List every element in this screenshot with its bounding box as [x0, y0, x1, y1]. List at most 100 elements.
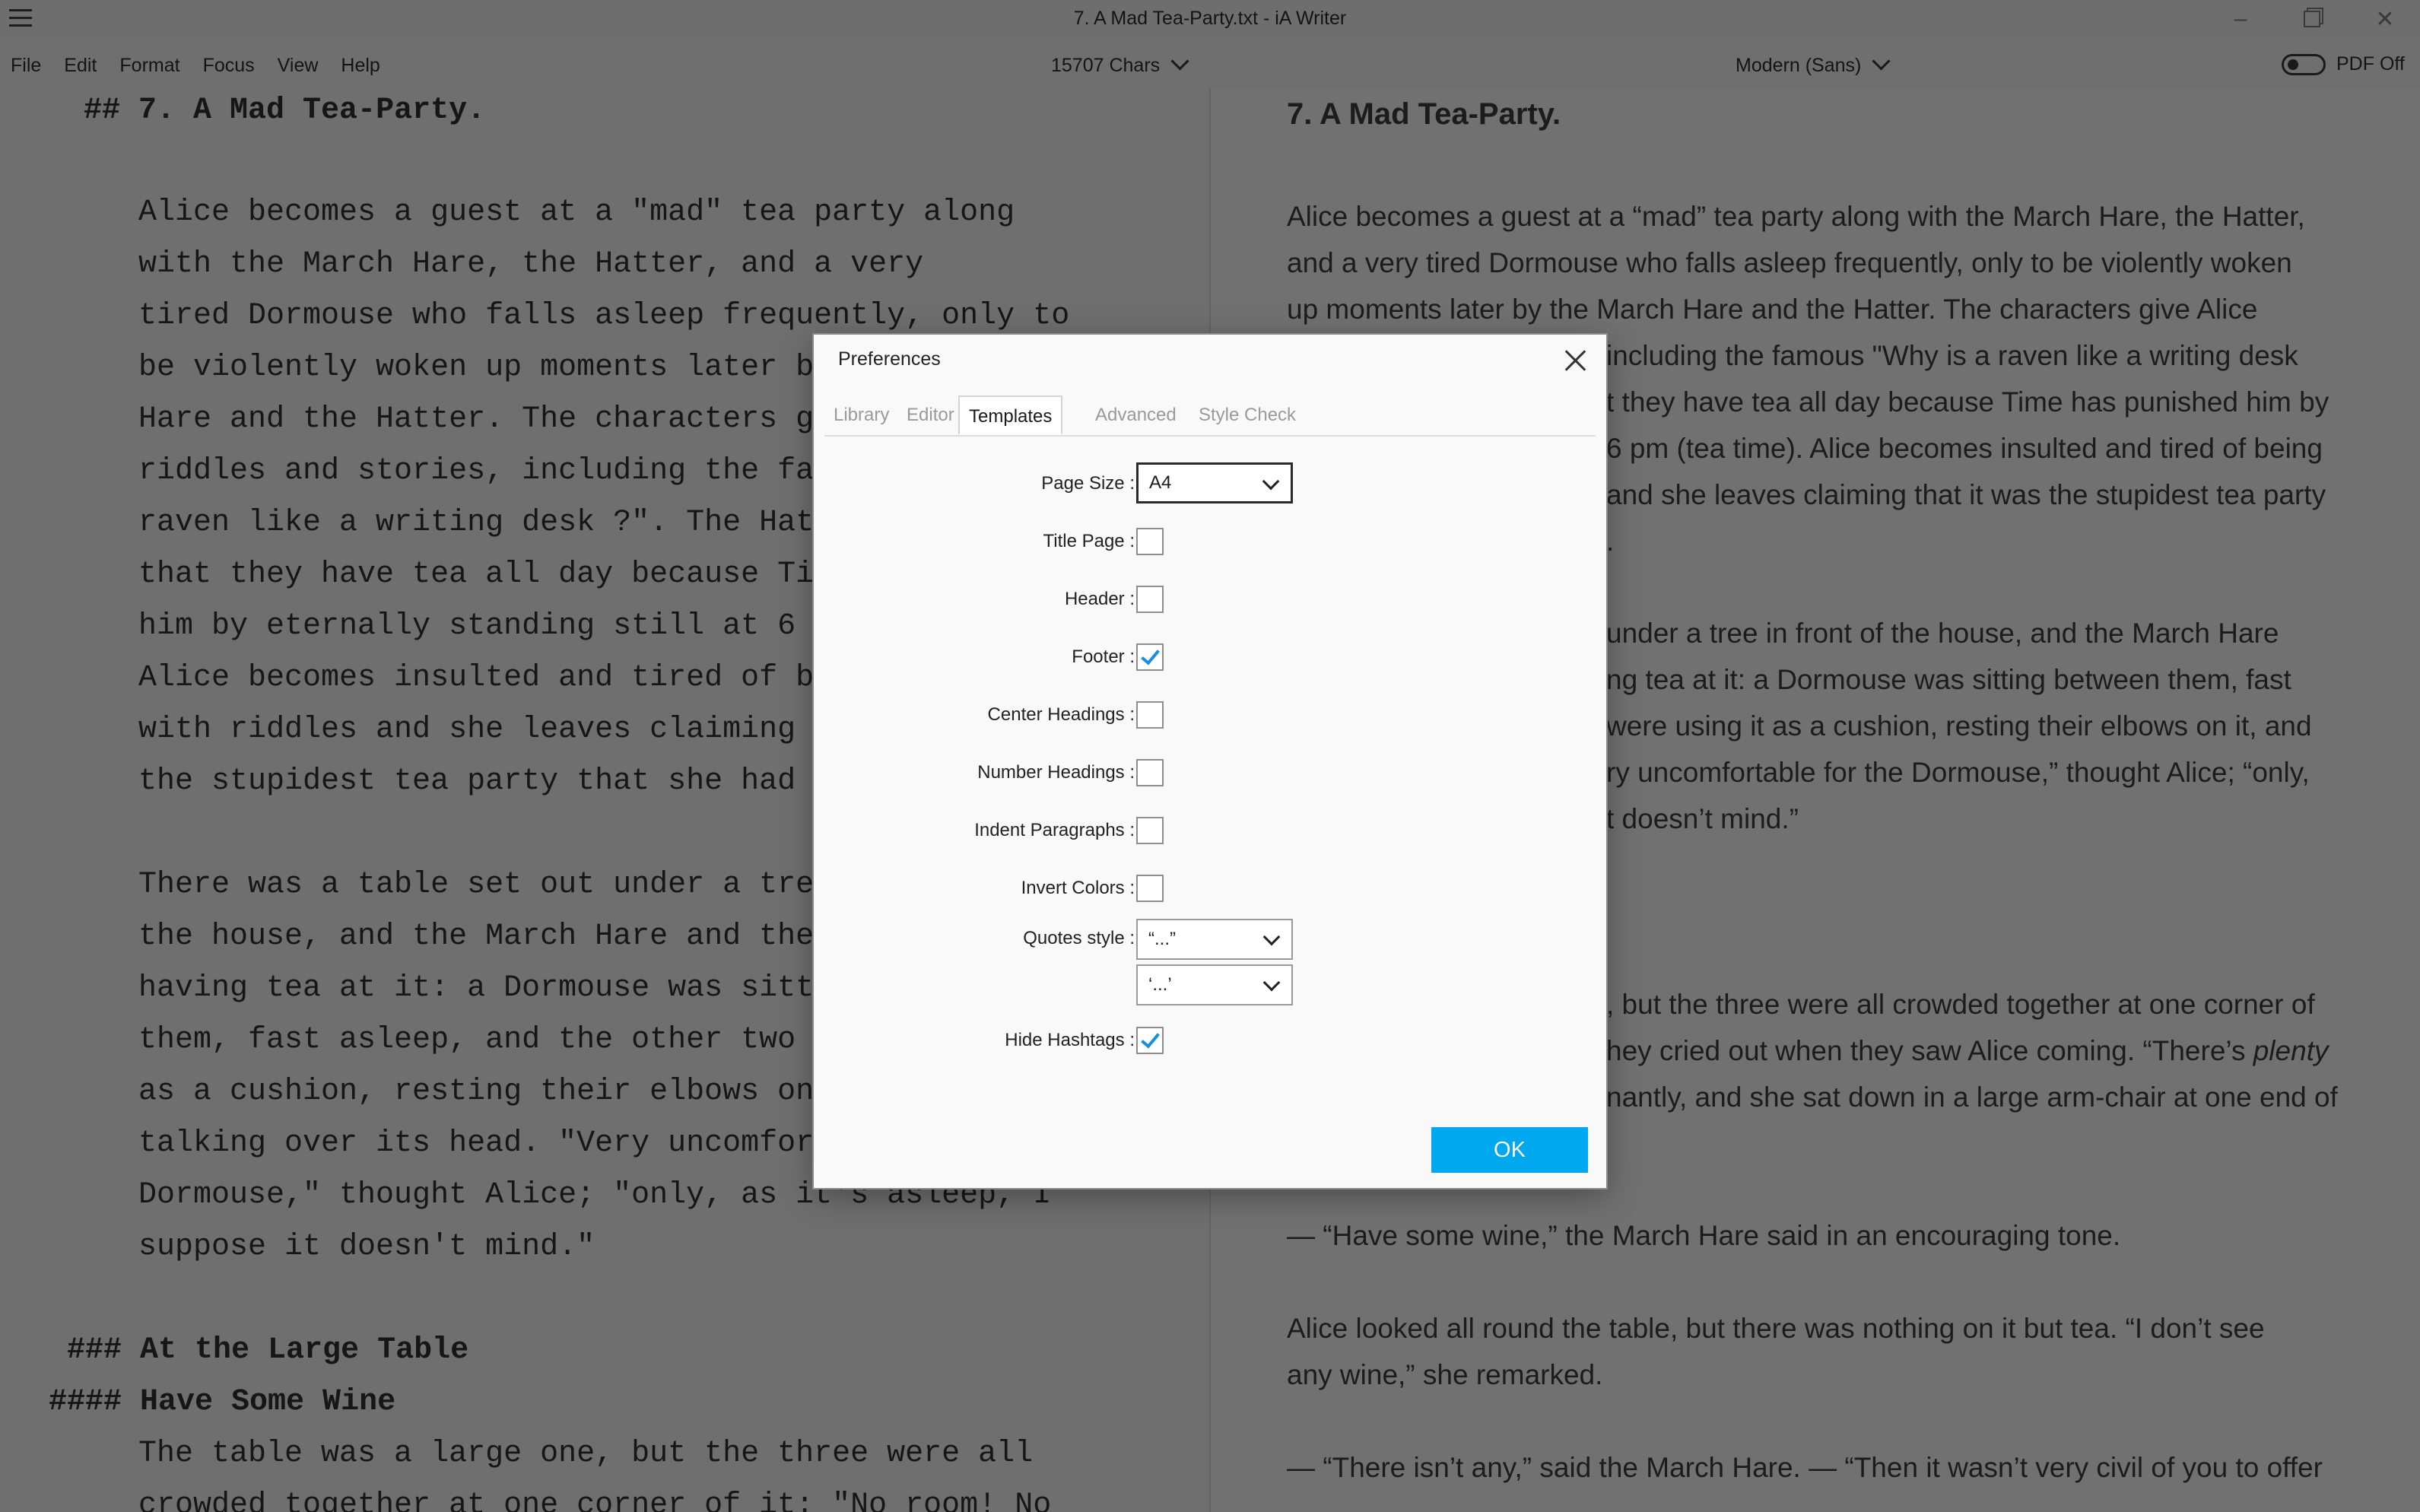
editor-line: There was a table set out under a tree — [138, 868, 833, 902]
preview-line: and a very tired Dormouse who falls asle… — [1287, 247, 2292, 278]
editor-line: Hare and the Hatter. The characters giv — [138, 402, 851, 437]
tab-style-check[interactable]: Style Check — [1189, 395, 1305, 435]
preview-line: ry uncomfortable for the Dormouse,” thou… — [1606, 757, 2310, 788]
page-size-label: Page Size : — [1041, 473, 1135, 494]
page-size-value: A4 — [1149, 472, 1172, 493]
editor-line: crowded together at one corner of it: "N… — [138, 1488, 1052, 1512]
dialog-title: Preferences — [838, 348, 941, 370]
tab-templates[interactable]: Templates — [958, 395, 1063, 435]
font-selector-label: Modern (Sans) — [1736, 55, 1862, 76]
hide-hashtags-checkbox[interactable] — [1136, 1027, 1164, 1054]
editor-line: the stupidest tea party that she had ev — [138, 764, 851, 799]
preview-line: t doesn’t mind.” — [1606, 803, 1799, 834]
tab-advanced[interactable]: Advanced — [1086, 395, 1186, 435]
footer-label: Footer : — [1072, 646, 1135, 667]
footer-checkbox[interactable] — [1136, 643, 1164, 671]
number-headings-label: Number Headings : — [977, 762, 1135, 783]
chevron-down-icon — [1262, 472, 1280, 491]
indent-paragraphs-label: Indent Paragraphs : — [974, 820, 1135, 840]
preview-line: — “There isn’t any,” said the March Hare… — [1287, 1452, 2323, 1483]
invert-colors-checkbox[interactable] — [1136, 875, 1164, 902]
menu-view[interactable]: View — [278, 55, 319, 77]
preview-line: up moments later by the March Hare and t… — [1287, 294, 2258, 325]
menu-file[interactable]: File — [11, 55, 41, 77]
preview-line: any wine,” she remarked. — [1287, 1359, 1603, 1390]
tab-library[interactable]: Library — [824, 395, 898, 435]
tab-editor[interactable]: Editor — [897, 395, 964, 435]
font-selector-dropdown[interactable]: Modern (Sans) — [1736, 52, 1891, 77]
char-count-label: 15707 Chars — [1051, 55, 1161, 76]
editor-line: having tea at it: a Dormouse was sitti — [138, 971, 833, 1005]
editor-line: that they have tea all day because Time — [138, 557, 851, 592]
title-bar: 7. A Mad Tea-Party.txt - iA Writer – ✕ — [0, 0, 2420, 38]
close-window-icon[interactable]: ✕ — [2362, 5, 2408, 33]
single-quotes-select[interactable]: ‘...’ — [1136, 964, 1293, 1005]
editor-line: Alice becomes a guest at a "mad" tea par… — [138, 195, 1015, 230]
preview-line: — “Have some wine,” the March Hare said … — [1287, 1220, 2121, 1251]
preview-line: hey cried out when they saw Alice coming… — [1606, 1028, 2328, 1074]
editor-line: raven like a writing desk ?". The Hatte — [138, 506, 851, 540]
header-checkbox[interactable] — [1136, 586, 1164, 613]
minimize-icon[interactable]: – — [2218, 5, 2263, 33]
single-quotes-value: ‘...’ — [1148, 974, 1172, 995]
char-count-dropdown[interactable]: 15707 Chars — [1051, 52, 1189, 77]
quotes-style-label: Quotes style : — [1023, 928, 1135, 948]
chevron-down-icon — [1262, 974, 1281, 992]
editor-line: Alice becomes insulted and tired of bei — [138, 661, 851, 695]
preview-line: . — [1606, 526, 1615, 557]
title-page-checkbox[interactable] — [1136, 528, 1164, 555]
header-label: Header : — [1064, 589, 1135, 609]
menu-edit[interactable]: Edit — [64, 55, 97, 77]
editor-line: The table was a large one, but the three… — [138, 1437, 1034, 1471]
editor-line: with the March Hare, the Hatter, and a v… — [138, 247, 924, 281]
preview-line: , but the three were all crowded togethe… — [1606, 989, 2315, 1020]
menu-focus[interactable]: Focus — [203, 55, 255, 77]
editor-line: the house, and the March Hare and the H — [138, 920, 851, 954]
chevron-down-icon — [1170, 52, 1189, 71]
chevron-down-icon — [1262, 928, 1281, 946]
menu-format[interactable]: Format — [119, 55, 179, 77]
preview-emphasis: plenty — [2253, 1035, 2329, 1066]
preferences-dialog: Preferences Library Editor Templates Adv… — [814, 335, 1606, 1188]
pdf-toggle[interactable]: PDF Off — [2282, 53, 2405, 75]
editor-line: them, fast asleep, and the other two w — [138, 1023, 833, 1057]
title-page-label: Title Page : — [1043, 531, 1135, 551]
preview-text: hey cried out when they saw Alice coming… — [1606, 1035, 2253, 1066]
ok-button[interactable]: OK — [1431, 1127, 1588, 1173]
page-size-select[interactable]: A4 — [1136, 462, 1293, 503]
editor-line: talking over its head. "Very uncomforta — [138, 1126, 851, 1161]
preferences-tabs: Library Editor Templates Advanced Style … — [824, 395, 1596, 437]
editor-line: as a cushion, resting their elbows on i — [138, 1075, 851, 1109]
preview-line: including the famous "Why is a raven lik… — [1606, 340, 2298, 371]
center-headings-label: Center Headings : — [987, 704, 1135, 725]
restore-icon[interactable] — [2289, 5, 2335, 33]
preview-line: t they have tea all day because Time has… — [1606, 386, 2329, 418]
preview-line: Alice looked all round the table, but th… — [1287, 1313, 2265, 1344]
preview-line: nantly, and she sat down in a large arm-… — [1606, 1082, 2338, 1113]
invert-colors-label: Invert Colors : — [1021, 878, 1135, 898]
preview-heading: 7. A Mad Tea-Party. — [1287, 97, 1561, 131]
editor-heading: ## 7. A Mad Tea-Party. — [84, 94, 486, 128]
preview-line: and she leaves claiming that it was the … — [1606, 479, 2326, 510]
editor-line: with riddles and she leaves claiming t — [138, 713, 833, 747]
window-title: 7. A Mad Tea-Party.txt - iA Writer — [1073, 8, 1347, 29]
preview-line: were using it as a cushion, resting thei… — [1606, 710, 2312, 742]
editor-line: suppose it doesn't mind." — [138, 1230, 595, 1264]
preview-line: Alice becomes a guest at a “mad” tea par… — [1287, 201, 2305, 232]
chevron-down-icon — [1872, 52, 1891, 71]
editor-heading-4: #### Have Some Wine — [49, 1385, 396, 1419]
number-headings-checkbox[interactable] — [1136, 759, 1164, 786]
editor-line: him by eternally standing still at 6 pm — [138, 609, 851, 643]
center-headings-checkbox[interactable] — [1136, 701, 1164, 729]
indent-paragraphs-checkbox[interactable] — [1136, 817, 1164, 844]
editor-heading-3: ### At the Large Table — [67, 1333, 469, 1367]
hide-hashtags-label: Hide Hashtags : — [1005, 1030, 1135, 1050]
toggle-switch-icon[interactable] — [2282, 53, 2326, 75]
editor-line: be violently woken up moments later by — [138, 351, 833, 385]
double-quotes-select[interactable]: “...” — [1136, 919, 1293, 960]
preview-line: 6 pm (tea time). Alice becomes insulted … — [1606, 433, 2323, 464]
menu-help[interactable]: Help — [341, 55, 380, 77]
close-icon[interactable] — [1559, 344, 1593, 377]
editor-line: riddles and stories, including the famo — [138, 454, 851, 488]
menu-bar: File Edit Format Focus View Help 15707 C… — [0, 38, 2420, 88]
